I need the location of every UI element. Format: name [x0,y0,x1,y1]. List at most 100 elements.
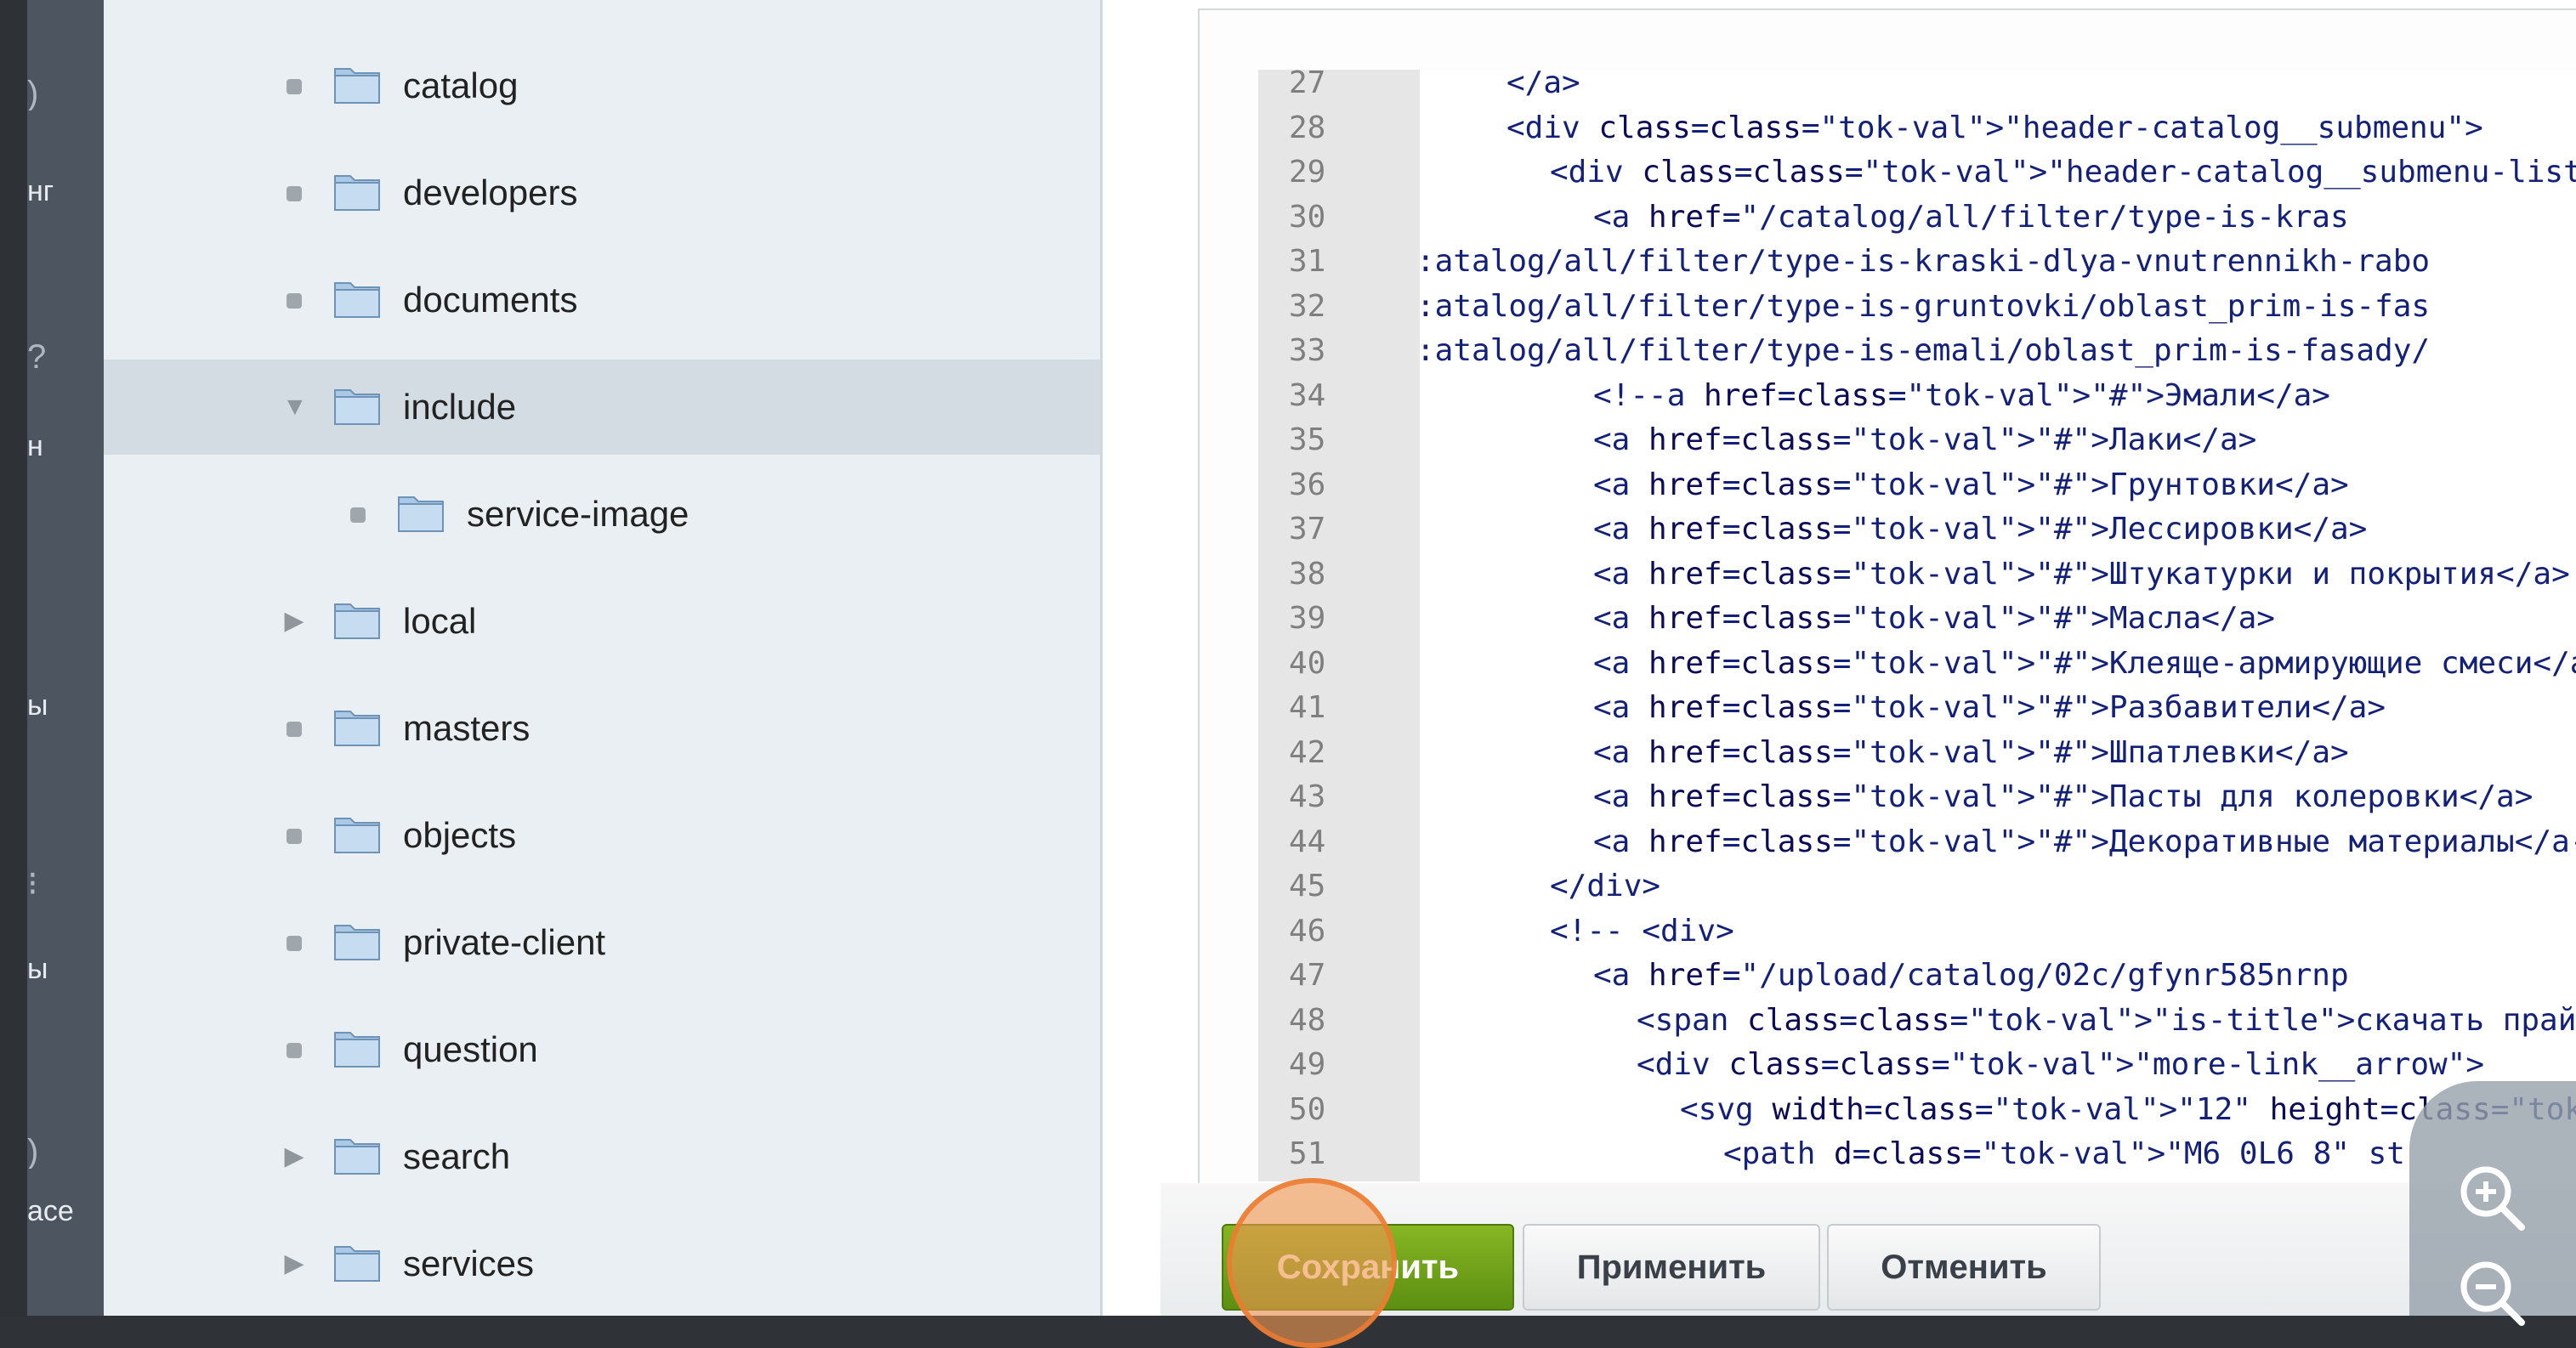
editor-action-bar: Сохранить Применить Отменить [1160,1183,2576,1316]
line-number: 36 [1289,467,1326,502]
folder-tree-item[interactable]: ▶ local [104,574,1100,669]
folder-name: search [403,1136,511,1176]
line-number: 47 [1289,958,1326,993]
expand-arrow-icon[interactable]: ▶ [282,1141,306,1173]
line-number: 28 [1289,110,1326,145]
folder-tree-item[interactable]: ▶ services [104,1216,1100,1311]
folder-name: services [403,1243,535,1283]
code-line: </div> [1550,869,1661,903]
code-editor[interactable]: </a> <div class=class="tok-val">"header-c… [1420,70,2576,1181]
apply-button[interactable]: Применить [1523,1224,1820,1311]
tree-bullet-icon [350,507,366,523]
folder-name: service-image [467,494,689,534]
line-number: 44 [1289,824,1326,859]
line-number-gutter: 27 28 29 30 31 32 33 34 35 36 37 38 39 40 41 42 43 44 45 46… [1258,65,1420,1181]
folder-icon [333,62,381,105]
line-number: 38 [1289,556,1326,592]
folder-name: catalog [403,65,519,105]
sidebar-icon-fragment: ) [27,76,39,110]
folder-tree-item[interactable]: developers [104,145,1100,241]
tree-bullet-icon [287,186,302,201]
sidebar-item-label[interactable]: нг [27,174,104,208]
expand-arrow-icon[interactable]: ▶ [282,1248,306,1280]
sidebar-item-label[interactable]: ы [27,688,104,722]
tree-bullet-icon [287,79,302,94]
line-number: 27 [1289,65,1326,100]
code-line: <a href=class="tok-val">"#">Декоративные… [1593,824,2576,859]
folder-icon [333,919,381,961]
folder-name: question [403,1029,538,1069]
code-line: </a> [1506,70,1580,100]
code-line: <a href=class="tok-val">"#">Разбавители<… [1593,690,2386,725]
folder-tree-panel: catalog developers documents ▼ include servic… [104,0,1103,1316]
code-line: <a href=class="tok-val">"#">Клеяще-армир… [1593,645,2576,681]
sidebar-item-label[interactable]: ы [27,952,104,986]
folder-name: private-client [403,922,606,962]
sidebar-icon-fragment: ? [27,340,47,374]
code-line: <path d=class="tok-val">"M6 0L6 8" st [1723,1136,2405,1171]
save-button[interactable]: Сохранить [1222,1224,1514,1311]
cancel-button[interactable]: Отменить [1827,1224,2101,1311]
folder-tree-item[interactable]: ▼ include [104,360,1100,455]
folder-icon [333,598,381,640]
sidebar-icon-fragment: ⁝ [27,867,38,901]
code-line: <a href=class="tok-val">"#">Лессировки</… [1593,512,2368,547]
folder-name: developers [403,173,578,212]
sidebar-item-label[interactable]: ace [27,1194,104,1228]
tree-bullet-icon [287,1043,302,1058]
folder-icon [333,276,381,319]
folder-tree-item[interactable]: documents [104,252,1100,348]
code-line: :atalog/all/filter/type-is-kraski-dlya-v… [1420,244,2431,279]
line-number: 32 [1289,288,1326,324]
code-line: <div class=class="tok-val">"more-link__a… [1637,1047,2485,1082]
collapse-arrow-icon[interactable]: ▼ [282,391,308,423]
zoom-out-icon[interactable] [2450,1251,2535,1336]
folder-name: include [403,387,517,427]
code-line: <!-- <div> [1550,913,1734,949]
folder-icon [333,1133,381,1175]
folder-name: documents [403,280,578,320]
code-line: <a href=class="tok-val">"#">Масла</a> [1593,601,2275,636]
line-number: 41 [1289,690,1326,725]
zoom-in-icon[interactable] [2450,1156,2535,1241]
folder-icon [333,705,381,747]
folder-tree-item[interactable]: question [104,1002,1100,1097]
folder-tree-item[interactable]: ▶ search [104,1109,1100,1204]
line-number: 43 [1289,779,1326,814]
folder-icon [333,383,381,426]
code-line: <a href=class="tok-val">"#">Пасты для ко… [1593,779,2533,814]
line-number: 33 [1289,333,1326,368]
code-line: :atalog/all/filter/type-is-gruntovki/obl… [1420,288,2431,324]
tree-bullet-icon [287,293,302,309]
sidebar-item-label[interactable]: н [27,429,104,463]
line-number: 37 [1289,512,1326,547]
code-line: :atalog/all/filter/type-is-emali/oblast_… [1420,333,2431,368]
tree-bullet-icon [287,829,302,844]
code-line: <!--a href=class="tok-val">"#">Эмали</a> [1593,377,2330,413]
zoom-controls [2409,1081,2576,1326]
line-number: 42 [1289,734,1326,770]
sidebar-icon-fragment: ) [27,1135,39,1169]
folder-name: masters [403,708,531,748]
line-number: 48 [1289,1002,1326,1038]
code-line: <div class=class="tok-val">"header-catal… [1506,110,2483,145]
folder-tree-item[interactable]: masters [104,681,1100,776]
folder-icon [333,169,381,212]
folder-tree-item[interactable]: private-client [104,895,1100,990]
folder-icon [333,812,381,854]
folder-tree-item[interactable]: service-image [104,467,1100,562]
line-number: 45 [1289,869,1326,903]
folder-icon [333,1026,381,1068]
line-number: 31 [1289,244,1326,279]
folder-tree-item[interactable]: catalog [104,38,1100,133]
line-number: 30 [1289,199,1326,235]
code-line: <a href=class="tok-val">"#">Лаки</a> [1593,422,2257,457]
expand-arrow-icon[interactable]: ▶ [282,605,306,637]
line-number: 34 [1289,377,1326,413]
code-line: <span class=class="tok-val">"is-title">с… [1637,1002,2576,1038]
folder-icon [397,490,445,533]
line-number: 49 [1289,1047,1326,1082]
folder-tree-item[interactable]: objects [104,788,1100,883]
folder-name: local [403,601,477,641]
line-number: 40 [1289,645,1326,681]
